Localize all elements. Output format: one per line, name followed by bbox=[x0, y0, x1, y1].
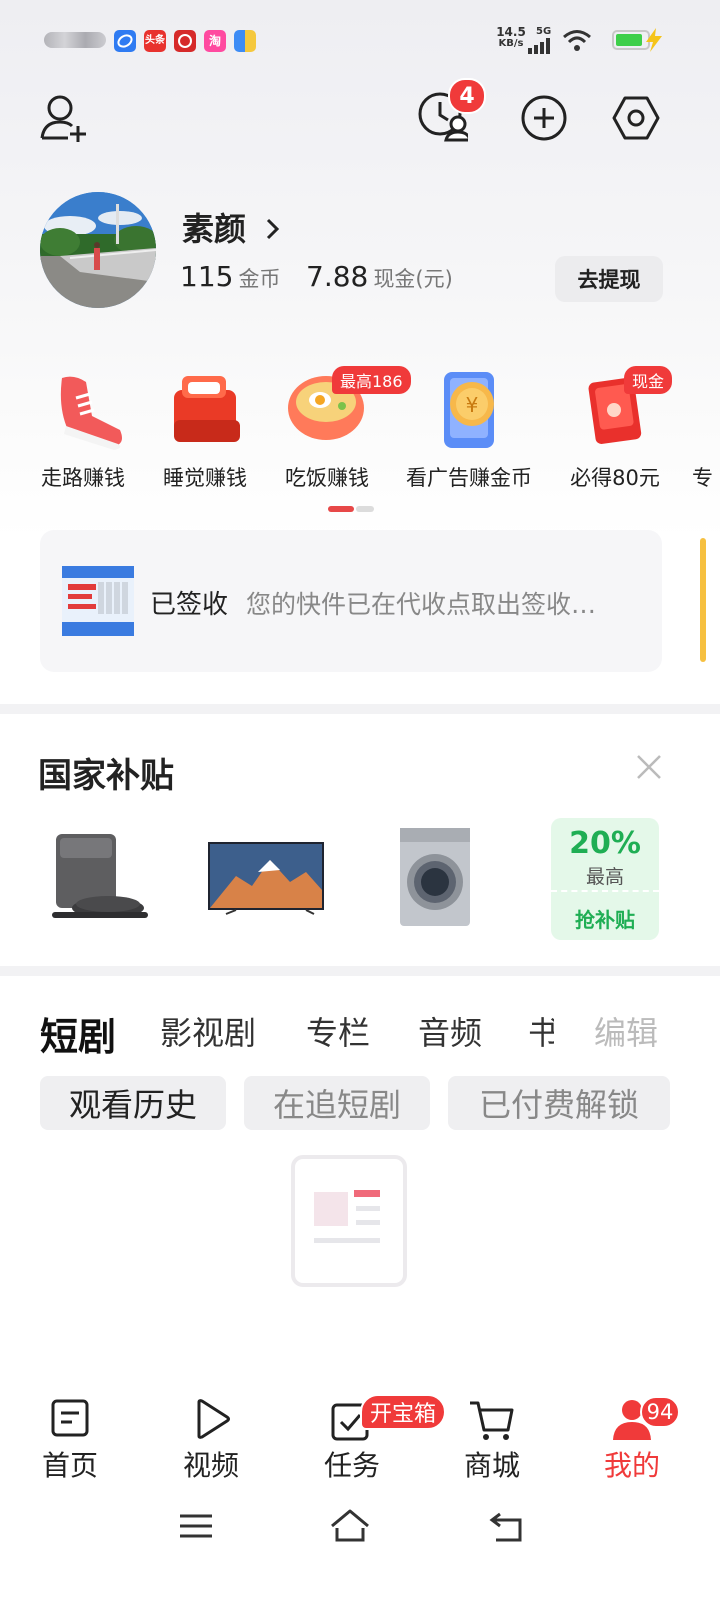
avatar-photo bbox=[40, 192, 156, 308]
add-button[interactable] bbox=[518, 92, 570, 144]
product-robot-vacuum[interactable] bbox=[38, 820, 158, 930]
package-status: 已签收 bbox=[150, 590, 229, 620]
carrier-text-blurred bbox=[44, 32, 106, 48]
nav-mall[interactable]: 商城 bbox=[432, 1396, 552, 1486]
task-label: 必得80元 bbox=[570, 466, 660, 490]
cart-icon bbox=[470, 1401, 514, 1440]
signal-icon bbox=[528, 38, 550, 54]
nav-label: 任务 bbox=[323, 1449, 380, 1482]
wifi-icon bbox=[563, 30, 591, 51]
status-bar: 头条 淘 14.5 KB/s 5G bbox=[0, 22, 720, 62]
message-badge: 4 bbox=[448, 78, 486, 114]
phone-coin-icon: ¥ bbox=[444, 372, 494, 448]
me-badge: 94 bbox=[640, 1396, 680, 1428]
package-message: 您的快件已在代收点取出签收… bbox=[246, 590, 597, 619]
nav-label: 首页 bbox=[41, 1449, 98, 1482]
files-icon bbox=[234, 30, 256, 52]
divider bbox=[0, 704, 720, 714]
toutiao-icon: 头条 bbox=[144, 30, 166, 52]
nav-label: 我的 bbox=[603, 1449, 660, 1482]
robot-vacuum-image bbox=[52, 834, 148, 918]
edit-tabs-button[interactable]: 编辑 bbox=[594, 1008, 658, 1054]
close-button[interactable] bbox=[632, 750, 666, 784]
play-icon bbox=[197, 1399, 230, 1439]
browser-icon bbox=[114, 30, 136, 52]
tab-books[interactable]: 书 bbox=[528, 1008, 554, 1054]
promo-percent: 20% bbox=[569, 826, 641, 861]
charging-icon bbox=[646, 28, 662, 52]
coins-stat[interactable]: 115 金币 bbox=[180, 260, 281, 293]
bed-icon bbox=[174, 376, 240, 442]
cash-unit: 现金(元) bbox=[373, 267, 453, 291]
task-guaranteed-80[interactable]: 现金 必得80元 bbox=[540, 366, 690, 496]
nav-label: 商城 bbox=[463, 1449, 520, 1482]
settings-icon bbox=[612, 96, 660, 140]
promo-sub: 最高 bbox=[585, 866, 624, 888]
chip-following[interactable]: 在追短剧 bbox=[244, 1076, 430, 1130]
task-label: 专 bbox=[692, 466, 713, 490]
chevron-right-icon bbox=[267, 218, 280, 240]
network-type: 5G bbox=[536, 26, 552, 37]
empty-state-icon bbox=[291, 1155, 407, 1287]
product-television[interactable] bbox=[206, 820, 328, 930]
nav-label: 视频 bbox=[182, 1449, 239, 1482]
tab-short-drama[interactable]: 短剧 bbox=[40, 1006, 116, 1061]
add-friend-button[interactable] bbox=[38, 92, 90, 144]
package-thumbnail bbox=[62, 566, 134, 636]
home-doc-icon bbox=[51, 1399, 89, 1437]
task-label: 看广告赚金币 bbox=[406, 466, 532, 490]
task-ads[interactable]: ¥ 看广告赚金币 bbox=[394, 366, 544, 496]
nav-video[interactable]: 视频 bbox=[151, 1396, 271, 1486]
package-card[interactable]: 已签收 您的快件已在代收点取出签收… bbox=[40, 530, 662, 672]
divider bbox=[0, 966, 720, 976]
subsidy-title: 国家补贴 bbox=[38, 756, 174, 796]
task-next-partial[interactable]: 专 bbox=[692, 366, 720, 496]
add-user-icon bbox=[40, 95, 86, 142]
cash-stat[interactable]: 7.88 现金(元) bbox=[306, 260, 453, 293]
avatar[interactable] bbox=[40, 192, 156, 308]
back-button[interactable] bbox=[486, 1506, 530, 1546]
subsidy-promo[interactable]: 20% 最高 抢补贴 bbox=[551, 818, 659, 940]
next-card-edge bbox=[700, 538, 706, 662]
task-label: 吃饭赚钱 bbox=[285, 466, 369, 490]
task-tag: 现金 bbox=[624, 366, 673, 394]
grab-subsidy-button[interactable]: 抢补贴 bbox=[551, 904, 659, 933]
tab-audio[interactable]: 音频 bbox=[418, 1008, 482, 1054]
close-icon bbox=[637, 755, 661, 779]
app-red-icon bbox=[174, 30, 196, 52]
withdraw-button[interactable]: 去提现 bbox=[555, 256, 663, 302]
plus-circle-icon bbox=[521, 95, 567, 141]
network-speed: 14.5 KB/s bbox=[496, 25, 526, 49]
coins-unit: 金币 bbox=[238, 267, 281, 291]
task-eat[interactable]: 最高186 吃饭赚钱 bbox=[252, 366, 411, 496]
svg-text:¥: ¥ bbox=[466, 393, 479, 417]
user-name[interactable]: 素颜 bbox=[182, 204, 283, 250]
product-washing-machine[interactable] bbox=[378, 820, 498, 930]
chip-paid-unlocked[interactable]: 已付费解锁 bbox=[448, 1076, 670, 1130]
coins-value: 115 bbox=[180, 260, 234, 293]
washing-machine-image bbox=[400, 828, 470, 926]
tab-column[interactable]: 专栏 bbox=[306, 1008, 370, 1054]
back-icon bbox=[489, 1512, 522, 1542]
nav-home[interactable]: 首页 bbox=[10, 1396, 130, 1486]
television-image bbox=[208, 842, 324, 915]
tab-film-tv[interactable]: 影视剧 bbox=[160, 1008, 256, 1054]
sneaker-icon bbox=[60, 376, 122, 450]
carousel-indicator bbox=[328, 506, 374, 512]
taobao-icon: 淘 bbox=[204, 30, 226, 52]
recents-button[interactable] bbox=[174, 1506, 218, 1546]
home-icon bbox=[331, 1509, 369, 1542]
settings-button[interactable] bbox=[610, 92, 662, 144]
cash-value: 7.88 bbox=[306, 260, 369, 293]
chip-watch-history[interactable]: 观看历史 bbox=[40, 1076, 226, 1130]
home-button[interactable] bbox=[328, 1506, 372, 1546]
menu-icon bbox=[180, 1514, 212, 1538]
